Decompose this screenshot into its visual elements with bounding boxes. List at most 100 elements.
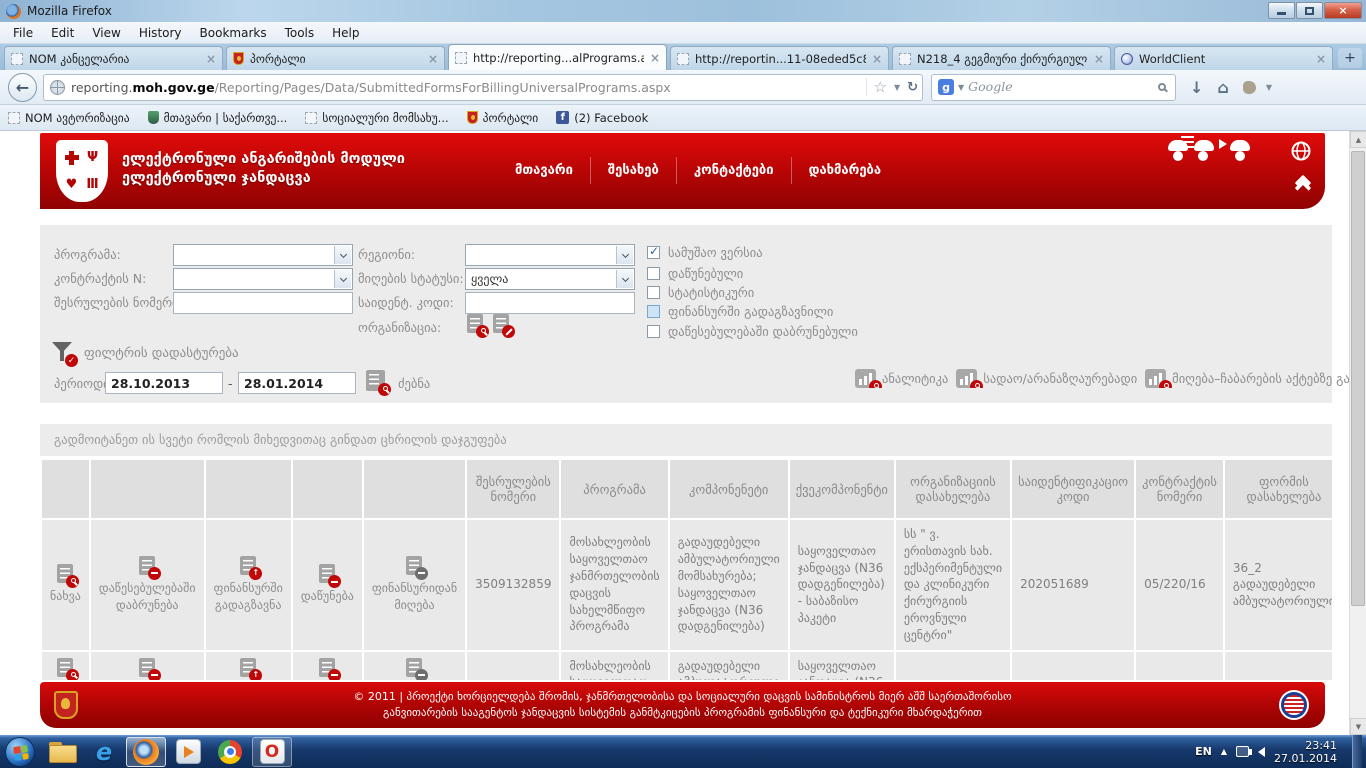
col-program[interactable]: პროგრამა [561,460,667,518]
start-button[interactable] [5,737,35,767]
search-bar[interactable]: g ▼ [931,74,1176,101]
url-text[interactable]: reporting.moh.gov.ge/Reporting/Pages/Dat… [71,80,866,95]
tab-n218[interactable]: N218_4 გეგმიური ქირურგიულ... × [892,46,1111,70]
page-scrollbar[interactable]: ▲ ▼ [1349,131,1366,735]
minimize-button[interactable] [1268,2,1295,19]
back-button[interactable]: ← [8,73,37,102]
menu-tools[interactable]: Tools [276,24,324,42]
checkbox-statistical[interactable]: სტატისტიკური [647,285,754,300]
ident-code-input[interactable] [465,292,635,314]
acceptance-acts-button[interactable]: მიღება–ჩაბარების აქტებზე გადასვ [1145,369,1366,388]
contract-select[interactable] [173,268,353,290]
home-icon[interactable]: ⌂ [1217,78,1228,97]
language-globe-icon[interactable] [1291,141,1311,164]
return-to-institution-action[interactable]: დაწესებულებაში დაბრუნება [91,520,204,650]
bookmark-star-icon[interactable]: ☆ [873,78,886,96]
menu-history[interactable]: History [130,24,191,42]
organization-search-icon[interactable] [467,314,483,333]
checkbox-working-version[interactable]: ✓ სამუშაო ვერსია [647,245,763,260]
search-doc-icon[interactable] [366,370,385,391]
addon-icon[interactable] [1243,81,1256,94]
menu-view[interactable]: View [83,24,129,42]
taskbar-firefox-active[interactable] [126,737,166,767]
view-action[interactable]: ნახვა [42,520,89,650]
tab-reporting-active[interactable]: http://reporting...alPrograms.aspx × [448,44,667,70]
col-component[interactable]: კომპონენეტი [670,460,788,518]
taskbar-clock[interactable]: 23:41 27.01.2014 [1274,739,1337,765]
reload-icon[interactable]: ↻ [907,80,918,95]
checkbox[interactable] [647,286,660,299]
col-ident-code[interactable]: საიდენტიფიკაციო კოდი [1012,460,1134,518]
status-select[interactable]: ყველა [465,268,635,290]
receive-from-finance-action[interactable]: ფინანსურიდან მიღება [364,520,465,650]
show-desktop-button[interactable] [1352,735,1362,768]
menu-file[interactable]: File [4,24,42,42]
col-organization[interactable]: ორგანიზაციის დასახელება [896,460,1010,518]
taskbar-media-player[interactable] [168,737,208,767]
downloads-icon[interactable]: ↓ [1190,78,1203,97]
tab-portal[interactable]: პორტალი × [226,46,445,70]
reject-action[interactable]: დაწუნება [293,520,362,650]
google-engine-icon[interactable]: g [938,79,954,95]
col-form-name[interactable]: ფორმის დასახელება [1225,460,1332,518]
select-arrow-icon[interactable] [616,246,633,264]
program-select[interactable] [173,244,353,266]
language-indicator[interactable]: EN [1195,745,1212,758]
url-dropdown-icon[interactable]: ▼ [894,83,900,92]
checkbox[interactable] [647,267,660,280]
tab-close-icon[interactable]: × [1316,52,1326,66]
site-identity-globe-icon[interactable] [50,80,65,95]
tab-close-icon[interactable]: × [650,51,660,65]
col-actions[interactable] [364,460,465,518]
checkbox-checked[interactable]: ✓ [647,246,660,259]
site-nav-contacts[interactable]: კონტაქტები [676,157,791,184]
url-bar[interactable]: reporting.moh.gov.ge/Reporting/Pages/Dat… [43,74,923,101]
menu-bookmarks[interactable]: Bookmarks [191,24,276,42]
scroll-down-button[interactable]: ▼ [1350,718,1366,735]
tab-nom-chancellery[interactable]: NOM კანცელარია × [4,46,223,70]
search-icon[interactable] [1158,83,1166,91]
select-arrow-icon[interactable] [334,270,351,288]
select-arrow-icon[interactable] [334,246,351,264]
tab-worldclient[interactable]: WorldClient × [1114,46,1333,70]
bookmark-mtavari[interactable]: მთავარი | საქართვე... [148,111,288,125]
menu-edit[interactable]: Edit [42,24,83,42]
checkbox[interactable] [647,305,660,318]
region-select[interactable] [465,244,635,266]
analytics-button[interactable]: ანალიტიკა [855,369,948,388]
tab-close-icon[interactable]: × [1094,52,1104,66]
volume-icon[interactable] [1258,747,1265,757]
return-to-institution-action[interactable] [91,652,204,680]
col-subcomponent[interactable]: ქვეკომპონენტი [790,460,894,518]
taskbar-explorer[interactable] [42,737,82,767]
col-actions[interactable] [206,460,291,518]
new-tab-button[interactable]: + [1338,48,1362,68]
site-nav-about[interactable]: შესახებ [590,157,676,184]
filter-confirm-button[interactable]: ✓ ფილტრის დადასტურება [52,341,239,365]
tab-reporting-2[interactable]: http://reportin...11-08eded5c83dc × [670,46,889,70]
taskbar-ie[interactable]: e [84,737,124,767]
disputed-button[interactable]: სადაო/არანაზღაურებადი [956,369,1137,388]
menu-help[interactable]: Help [323,24,368,42]
bookmark-facebook[interactable]: f(2) Facebook [556,111,648,125]
scroll-up-button[interactable]: ▲ [1350,131,1366,148]
reject-action[interactable] [293,652,362,680]
checkbox-returned-to-institution[interactable]: დაწესებულებაში დაბრუნებული [647,324,858,339]
toolbar-overflow-icon[interactable]: ▼ [1266,83,1272,92]
engine-dropdown-icon[interactable]: ▼ [958,83,964,92]
period-from-input[interactable] [105,372,223,394]
window-titlebar[interactable]: Mozilla Firefox × [0,0,1366,22]
execution-number-input[interactable] [173,292,353,314]
tab-close-icon[interactable]: × [428,52,438,66]
tab-close-icon[interactable]: × [872,52,882,66]
site-nav-help[interactable]: დახმარება [791,157,898,184]
checkbox[interactable] [647,325,660,338]
col-contract-number[interactable]: კონტრაქტის ნომერი [1136,460,1223,518]
maximize-button[interactable] [1296,2,1323,19]
col-actions[interactable] [293,460,362,518]
collapse-header-button[interactable] [1297,177,1309,187]
search-input[interactable] [968,80,1154,94]
send-to-finance-action[interactable]: ↑ [206,652,291,680]
bookmark-portal[interactable]: პორტალი [467,111,539,125]
col-actions[interactable] [91,460,204,518]
